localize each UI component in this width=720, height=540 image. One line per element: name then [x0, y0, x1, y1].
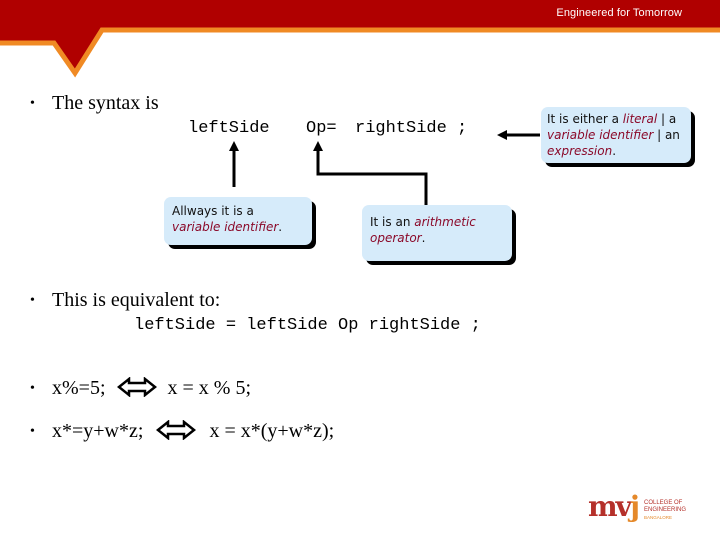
bullet-example-1: • x%=5; x = x % 5;	[30, 376, 252, 400]
arrow-head-right	[497, 130, 507, 140]
bullet-dot: •	[30, 293, 35, 308]
logo-text: COLLEGE OF ENGINEERING BANGALORE	[644, 500, 687, 520]
example-lhs: x%=5;	[52, 377, 106, 399]
bullet-dot: •	[30, 96, 35, 111]
bullet-text: This is equivalent to:	[52, 289, 221, 311]
bullet-text: The syntax is	[52, 92, 159, 114]
arrow-head-left	[229, 141, 239, 151]
bullet-dot: •	[30, 424, 35, 439]
logo-mark: mvj	[588, 490, 640, 523]
connector-lines	[229, 130, 540, 210]
bullet-dot: •	[30, 381, 35, 396]
equivalent-code: leftSide = leftSide Op rightSide ;	[134, 316, 481, 335]
syntax-left: leftSide	[188, 119, 270, 138]
callout-emphasis: variable identifier	[172, 220, 279, 234]
callout-left-side: Allways it is a variable identifier.	[164, 197, 312, 245]
callout-emphasis: variable identifier	[547, 128, 654, 142]
example-rhs: x = x*(y+w*z);	[209, 420, 335, 442]
double-arrow-icon	[116, 376, 157, 398]
callout-right-side: It is either a literal | a variable iden…	[541, 107, 691, 163]
example-rhs: x = x % 5;	[167, 377, 252, 399]
bullet-syntax: • The syntax is	[30, 92, 159, 115]
callout-emphasis: expression	[547, 144, 613, 158]
syntax-op: Op=	[306, 119, 337, 138]
header-tagline: Engineered for Tomorrow	[556, 7, 682, 19]
double-arrow-icon	[156, 419, 197, 441]
bullet-equivalent: • This is equivalent to:	[30, 289, 220, 312]
bullet-example-2: • x*=y+w*z; x = x*(y+w*z);	[30, 419, 335, 443]
example-lhs: x*=y+w*z;	[52, 420, 144, 442]
callout-operator: It is an arithmetic operator.	[362, 205, 512, 261]
syntax-right: rightSide ;	[355, 119, 468, 138]
mvj-logo: mvj COLLEGE OF ENGINEERING BANGALORE	[588, 490, 708, 530]
callout-emphasis: literal	[622, 112, 658, 126]
arrow-head-op	[313, 141, 323, 151]
